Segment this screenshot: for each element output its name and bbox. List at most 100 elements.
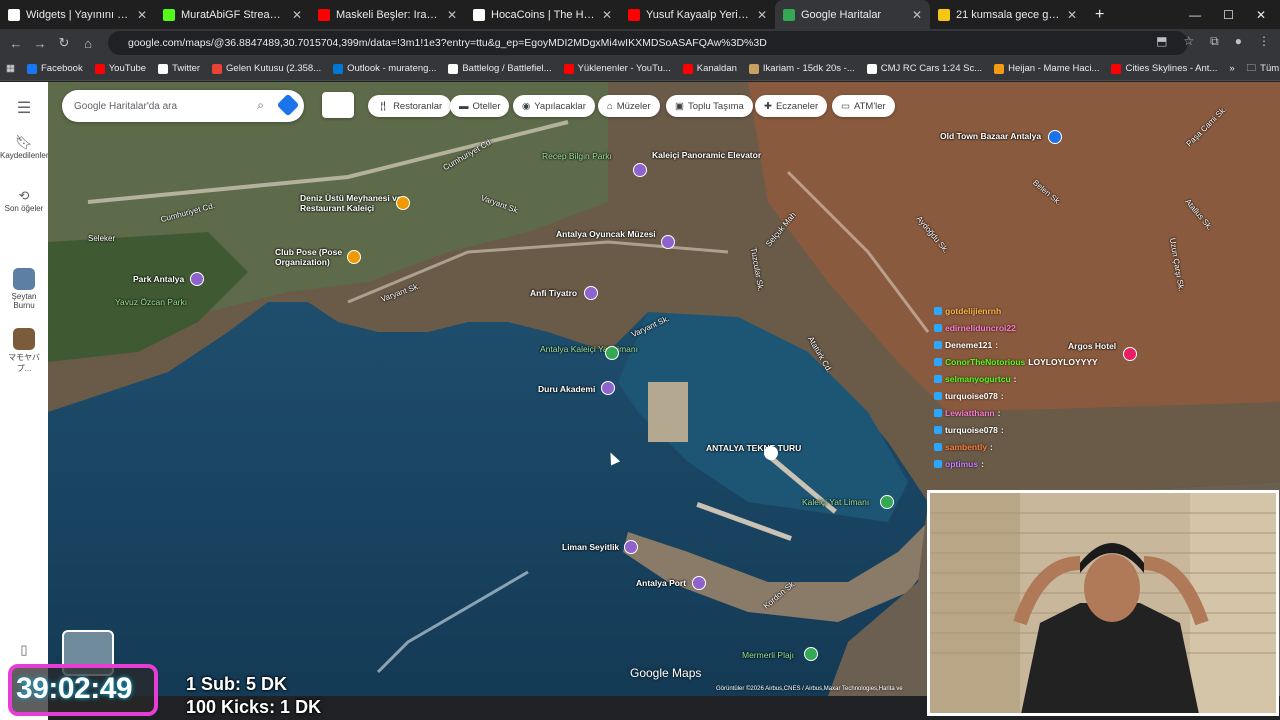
badge-icon <box>934 459 942 468</box>
browser-tab[interactable]: Widgets | Yayınını güçlendirmek ✕ <box>0 0 155 29</box>
all-bookmarks-button[interactable]: 🗀 Tüm Yer İşaretleri <box>1241 61 1280 77</box>
menu-icon[interactable]: ⋮ <box>1258 34 1270 49</box>
place-label[interactable]: Recep Bilgin Parkı <box>542 151 612 161</box>
hamburger-menu-icon[interactable]: ☰ <box>0 98 48 118</box>
home-icon[interactable]: ⌂ <box>76 36 100 51</box>
profile-icon[interactable]: ● <box>1235 34 1242 49</box>
place-label[interactable]: Mermerli Plajı <box>742 650 794 660</box>
close-icon[interactable]: ✕ <box>1256 8 1266 22</box>
bookmark-item[interactable]: Battlelog / Battlefiel... <box>442 63 557 74</box>
place-pin-icon[interactable] <box>584 286 598 300</box>
bookmark-favicon-icon <box>26 63 37 74</box>
chip-pharmacy[interactable]: ✚ Eczaneler <box>755 95 828 117</box>
browser-tab[interactable]: Maskeli Beşler: Irak | Tek Parça ✕ <box>310 0 465 29</box>
place-label[interactable]: Antalya Kaleiçi Yat Limanı <box>540 344 638 354</box>
place-label[interactable]: Duru Akademi <box>538 384 595 394</box>
url-field[interactable]: google.com/maps/@36.8847489,30.7015704,3… <box>108 31 1188 55</box>
chip-atm[interactable]: ▭ ATM'ler <box>832 95 895 117</box>
tab-close-icon[interactable]: ✕ <box>912 8 922 22</box>
badge-icon <box>934 306 942 315</box>
bookmark-item[interactable]: Cities Skylines - Ant... <box>1105 63 1223 74</box>
search-icon[interactable]: ⌕ <box>257 98 264 113</box>
chat-text: : <box>997 407 1001 418</box>
place-pin-icon[interactable] <box>1048 130 1062 144</box>
reload-icon[interactable]: ↻ <box>52 35 76 51</box>
directions-icon[interactable] <box>276 93 300 117</box>
mobile-icon[interactable]: ▯ <box>0 642 48 658</box>
tab-title: Yusuf Kayaalp Yerim Seni (Al Gel) <box>646 8 751 21</box>
place-label[interactable]: Yavuz Özcan Parkı <box>115 297 187 307</box>
tab-close-icon[interactable]: ✕ <box>1067 8 1077 22</box>
place-label[interactable]: Club Pose (Pose Organization) <box>275 247 395 267</box>
place-label[interactable]: Antalya Oyuncak Müzesi <box>556 229 656 239</box>
toolbar-icons: ⬒ ☆ ⧉ ● ⋮ <box>1156 34 1270 49</box>
chip-fork-knife[interactable]: 🍴︎ Restoranlar <box>368 95 452 117</box>
star-icon[interactable]: ☆ <box>1183 34 1194 49</box>
recent-place-1[interactable]: Şeytan Burnu <box>0 268 48 310</box>
browser-tab[interactable]: Yusuf Kayaalp Yerim Seni (Al Gel) ✕ <box>620 0 775 29</box>
recent-button[interactable]: ⟲ Son öğeler <box>0 188 48 213</box>
place-pin-icon[interactable] <box>605 346 619 360</box>
bookmark-item[interactable]: YouTube <box>89 63 152 74</box>
bookmark-item[interactable]: CMJ RC Cars 1:24 Sc... <box>861 63 988 74</box>
place-label[interactable]: Antalya Port <box>636 578 686 588</box>
place-label[interactable]: Kaleiçi Yat Limanı <box>802 497 869 507</box>
recent-place-2[interactable]: マモヤバ プ... <box>0 328 48 374</box>
chip-bed[interactable]: ▬ Oteller <box>450 95 510 117</box>
back-icon[interactable]: ← <box>4 36 28 51</box>
maps-search-box[interactable]: Google Haritalar'da ara ⌕ <box>62 90 304 122</box>
chip-train[interactable]: ▣ Toplu Taşıma <box>666 95 753 117</box>
place-label[interactable]: Park Antalya <box>133 274 184 284</box>
bookmark-item[interactable]: Yüklenenler - YouTu... <box>558 63 677 74</box>
extensions-icon[interactable]: ⧉ <box>1210 34 1219 49</box>
browser-tab[interactable]: HocaCoins | The Hoca Games ✕ <box>465 0 620 29</box>
chip-museum[interactable]: ⌂ Müzeler <box>598 95 660 117</box>
bookmark-item[interactable]: Gelen Kutusu (2.358... <box>206 63 327 74</box>
place-pin-icon[interactable] <box>347 250 361 264</box>
bookmark-item[interactable]: Ikariam - 15dk 20s -... <box>743 63 861 74</box>
tab-close-icon[interactable]: ✕ <box>757 8 767 22</box>
place-label[interactable]: Kaleiçi Panoramic Elevator <box>652 150 761 160</box>
place-label[interactable]: Liman Seyitlik <box>562 542 619 552</box>
place-pin-icon[interactable] <box>804 647 818 661</box>
maximize-icon[interactable]: ☐ <box>1223 8 1234 22</box>
browser-tab[interactable]: 21 kumsala gece giriş yasaklı: Gece ✕ <box>930 0 1085 29</box>
browser-tab[interactable]: MuratAbiGF Stream - Watch Live ✕ <box>155 0 310 29</box>
place-pin-icon[interactable] <box>880 495 894 509</box>
history-icon: ⟲ <box>18 188 30 203</box>
forward-icon[interactable]: → <box>28 36 52 51</box>
tab-close-icon[interactable]: ✕ <box>137 8 147 22</box>
place-pin-icon[interactable] <box>624 540 638 554</box>
place-pin-icon[interactable] <box>396 196 410 210</box>
bookmark-favicon-icon <box>448 63 459 74</box>
place-pin-icon[interactable] <box>601 381 615 395</box>
google-maps-logo: Google Maps <box>630 666 702 680</box>
bookmark-item[interactable]: Heijan - Mame Haci... <box>988 63 1105 74</box>
bookmark-item[interactable]: Facebook <box>21 63 89 74</box>
place-pin-icon[interactable] <box>764 446 778 460</box>
fork-knife-icon: 🍴︎ <box>377 100 390 112</box>
place-pin-icon[interactable] <box>190 272 204 286</box>
chip-camera[interactable]: ◉ Yapılacaklar <box>513 95 595 117</box>
tab-close-icon[interactable]: ✕ <box>292 8 302 22</box>
saved-button[interactable]: 🔖︎ Kaydedilenler <box>0 134 48 160</box>
place-pin-icon[interactable] <box>661 235 675 249</box>
layers-button[interactable] <box>322 92 354 118</box>
minimize-icon[interactable]: — <box>1189 8 1201 22</box>
tab-close-icon[interactable]: ✕ <box>602 8 612 22</box>
place-pin-icon[interactable] <box>692 576 706 590</box>
bookmark-item[interactable]: Twitter <box>152 63 206 74</box>
place-pin-icon[interactable] <box>633 163 647 177</box>
install-icon[interactable]: ⬒ <box>1156 34 1167 49</box>
place-label[interactable]: Old Town Bazaar Antalya <box>940 131 1041 141</box>
apps-icon[interactable]: ▦ <box>0 63 21 74</box>
tab-close-icon[interactable]: ✕ <box>447 8 457 22</box>
bookmark-item[interactable]: Kanaldan <box>677 63 743 74</box>
bookmarks-overflow-icon[interactable]: » <box>1223 63 1240 74</box>
browser-tab[interactable]: Google Haritalar ✕ <box>775 0 930 29</box>
bookmarks-bar: ▦ Facebook YouTube Twitter Gelen Kutusu (2.… <box>0 57 1280 81</box>
bookmark-item[interactable]: Outlook - murateng... <box>327 63 442 74</box>
place-label[interactable]: ANTALYA TEKNE TURU <box>706 443 801 453</box>
new-tab-button[interactable]: + <box>1085 6 1114 24</box>
place-label[interactable]: Anfi Tiyatro <box>530 288 577 298</box>
